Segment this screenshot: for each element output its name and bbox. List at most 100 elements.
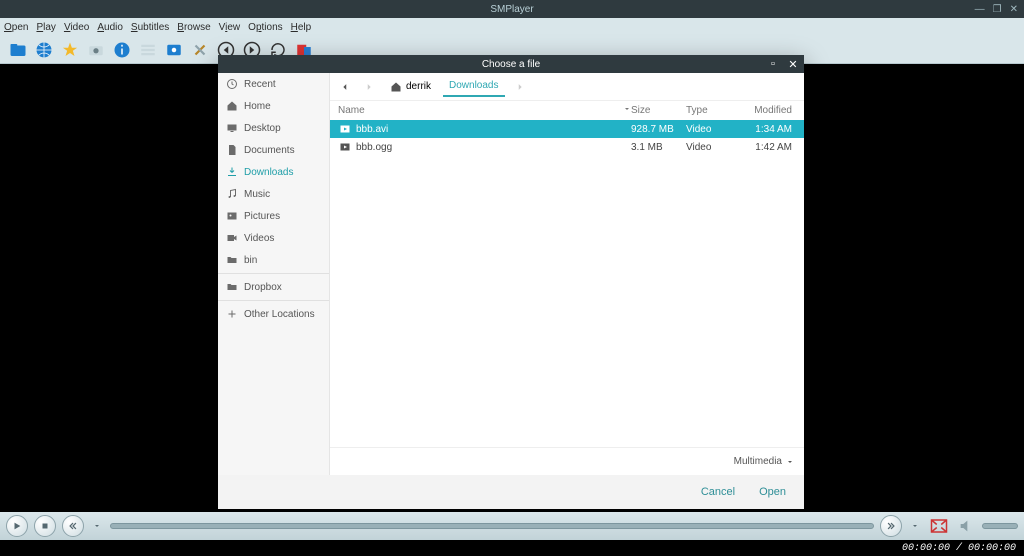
menu-video[interactable]: Video (64, 22, 89, 33)
places-sidebar: Recent Home Desktop Documents Downloads … (218, 73, 330, 475)
dialog-titlebar: Choose a file ▫ ✕ (218, 55, 804, 73)
breadcrumb-overflow-icon[interactable] (511, 78, 529, 96)
sidebar-separator (218, 300, 329, 301)
breadcrumb-label: Downloads (449, 80, 498, 91)
sidebar-item-pictures[interactable]: Pictures (218, 205, 329, 227)
breadcrumb-bar: derrik Downloads (330, 73, 804, 101)
folder-icon (226, 281, 238, 293)
play-button[interactable] (6, 515, 28, 537)
menu-options[interactable]: Options (248, 22, 282, 33)
sidebar-item-downloads[interactable]: Downloads (218, 161, 329, 183)
menu-audio[interactable]: Audio (97, 22, 123, 33)
menu-view[interactable]: View (219, 22, 241, 33)
sidebar-item-bin[interactable]: bin (218, 249, 329, 271)
menu-bar: Open Play Video Audio Subtitles Browse V… (0, 18, 1024, 36)
window-close-icon[interactable]: ✕ (1010, 4, 1018, 15)
file-list-header: Name Size Type Modified (330, 101, 804, 120)
menu-open[interactable]: Open (4, 22, 28, 33)
column-header-modified[interactable]: Modified (741, 105, 796, 116)
file-row[interactable]: bbb.avi 928.7 MB Video 1:34 AM (330, 120, 804, 138)
time-display: 00:00:00 / 00:00:00 (902, 543, 1016, 554)
home-icon (226, 100, 238, 112)
rewind-button[interactable] (62, 515, 84, 537)
column-header-name[interactable]: Name (338, 105, 631, 116)
volume-icon[interactable] (956, 517, 976, 535)
rewind-menu-icon[interactable] (90, 519, 104, 533)
cancel-button[interactable]: Cancel (701, 486, 735, 498)
column-header-type[interactable]: Type (686, 105, 741, 116)
sidebar-label: Videos (244, 233, 274, 244)
video-file-icon (338, 123, 352, 135)
file-size: 3.1 MB (631, 142, 686, 153)
breadcrumb-forward-button[interactable] (360, 78, 378, 96)
breadcrumb-label: derrik (406, 81, 431, 92)
menu-browse[interactable]: Browse (177, 22, 210, 33)
home-icon (390, 81, 402, 93)
filter-label: Multimedia (734, 456, 782, 467)
breadcrumb-current[interactable]: Downloads (443, 76, 504, 97)
media-info-icon[interactable] (164, 40, 184, 60)
menu-help[interactable]: Help (291, 22, 312, 33)
video-file-icon (338, 141, 352, 153)
column-header-size[interactable]: Size (631, 105, 686, 116)
sidebar-item-recent[interactable]: Recent (218, 73, 329, 95)
volume-slider[interactable] (982, 523, 1018, 529)
downloads-icon (226, 166, 238, 178)
file-list-panel: derrik Downloads Name Size Type Modified (330, 73, 804, 475)
file-modified: 1:42 AM (741, 142, 796, 153)
stop-button[interactable] (34, 515, 56, 537)
sidebar-label: bin (244, 255, 257, 266)
sidebar-item-desktop[interactable]: Desktop (218, 117, 329, 139)
fast-forward-button[interactable] (880, 515, 902, 537)
sidebar-item-documents[interactable]: Documents (218, 139, 329, 161)
sidebar-item-home[interactable]: Home (218, 95, 329, 117)
sort-descending-icon (623, 105, 631, 116)
sidebar-label: Music (244, 189, 270, 200)
plus-icon (226, 308, 238, 320)
desktop-icon (226, 122, 238, 134)
file-chooser-dialog: Choose a file ▫ ✕ Recent Home Desktop Do… (218, 55, 804, 509)
screenshot-icon[interactable] (86, 40, 106, 60)
breadcrumb-back-button[interactable] (336, 78, 354, 96)
preferences-icon[interactable] (190, 40, 210, 60)
music-icon (226, 188, 238, 200)
file-type: Video (686, 142, 741, 153)
file-name: bbb.avi (356, 124, 631, 135)
menu-subtitles[interactable]: Subtitles (131, 22, 169, 33)
sidebar-label: Home (244, 101, 271, 112)
sidebar-label: Recent (244, 79, 276, 90)
sidebar-item-other-locations[interactable]: Other Locations (218, 303, 329, 325)
file-type-filter[interactable]: Multimedia (330, 447, 804, 475)
file-modified: 1:34 AM (741, 124, 796, 135)
file-row[interactable]: bbb.ogg 3.1 MB Video 1:42 AM (330, 138, 804, 156)
pictures-icon (226, 210, 238, 222)
menu-play[interactable]: Play (36, 22, 55, 33)
forward-menu-icon[interactable] (908, 519, 922, 533)
open-button[interactable]: Open (759, 486, 786, 498)
sidebar-item-dropbox[interactable]: Dropbox (218, 276, 329, 298)
info-icon[interactable] (112, 40, 132, 60)
player-control-bar (0, 512, 1024, 540)
sidebar-label: Documents (244, 145, 295, 156)
window-maximize-icon[interactable]: ❐ (993, 4, 1002, 15)
sidebar-item-videos[interactable]: Videos (218, 227, 329, 249)
open-file-icon[interactable] (8, 40, 28, 60)
window-title: SMPlayer (0, 4, 1024, 15)
sidebar-item-music[interactable]: Music (218, 183, 329, 205)
fullscreen-button[interactable] (928, 517, 950, 535)
sidebar-label: Other Locations (244, 309, 315, 320)
clock-icon (226, 78, 238, 90)
playlist-icon[interactable] (138, 40, 158, 60)
file-type: Video (686, 124, 741, 135)
sidebar-label: Pictures (244, 211, 280, 222)
favorites-icon[interactable] (60, 40, 80, 60)
dialog-title: Choose a file (218, 59, 804, 70)
sidebar-separator (218, 273, 329, 274)
breadcrumb-home[interactable]: derrik (384, 77, 437, 97)
window-minimize-icon[interactable]: — (975, 4, 985, 15)
documents-icon (226, 144, 238, 156)
folder-icon (226, 254, 238, 266)
seek-slider[interactable] (110, 523, 874, 529)
open-url-icon[interactable] (34, 40, 54, 60)
time-display-bar: 00:00:00 / 00:00:00 (0, 540, 1024, 556)
